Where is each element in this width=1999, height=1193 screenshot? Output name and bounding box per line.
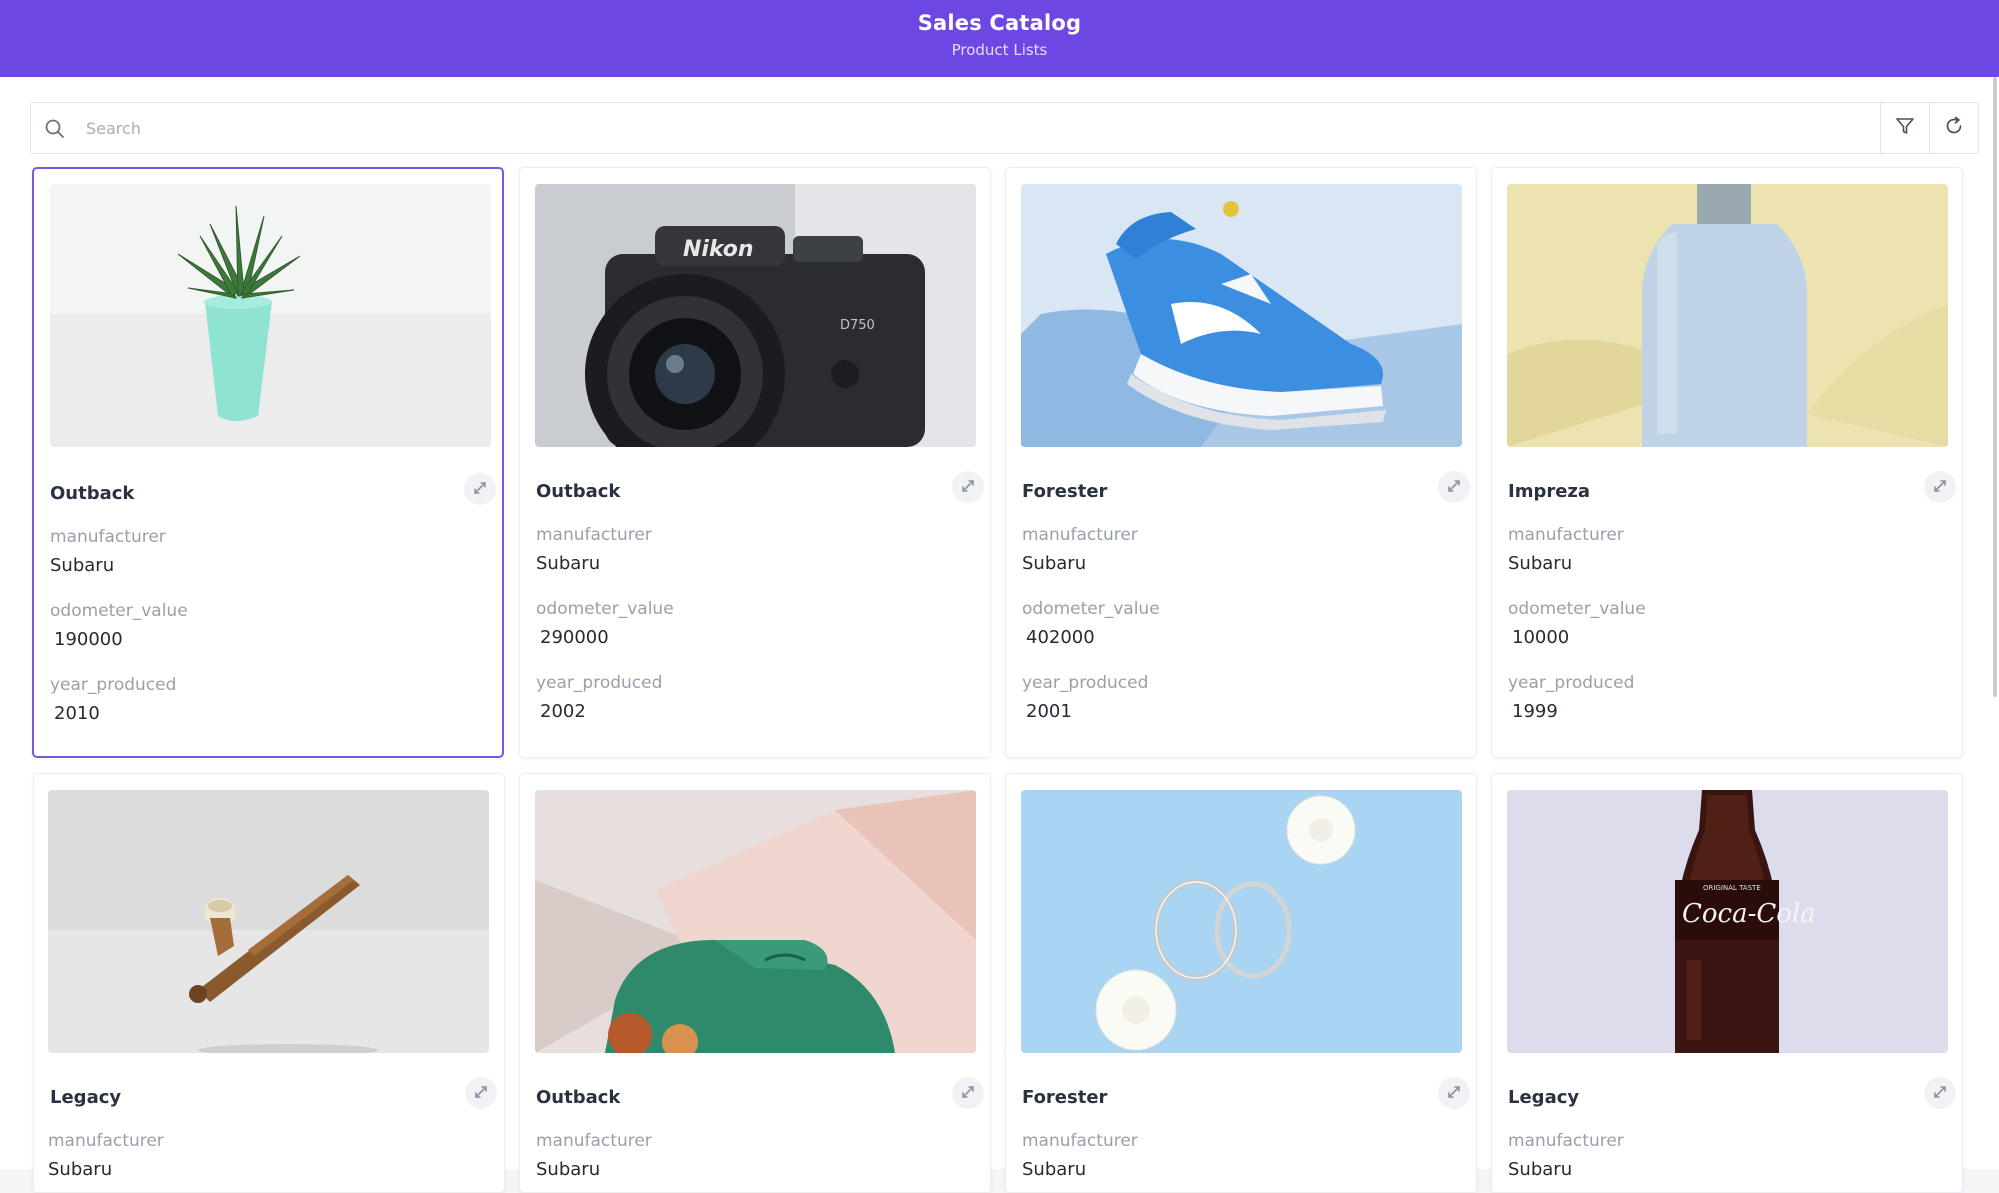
odometer-label: odometer_value <box>1022 599 1160 619</box>
expand-button[interactable] <box>1438 471 1470 503</box>
card-title: Outback <box>536 481 621 502</box>
product-image <box>48 790 489 1053</box>
app-subtitle: Product Lists <box>951 41 1048 59</box>
product-card[interactable]: Forester manufacturer Subaru <box>1005 773 1477 1193</box>
svg-text:D750: D750 <box>840 318 875 333</box>
search-bar <box>30 102 1979 154</box>
odometer-label: odometer_value <box>1508 599 1646 619</box>
expand-icon <box>1447 1084 1461 1103</box>
product-image: Coca-Cola ORIGINAL TASTE <box>1507 790 1948 1053</box>
expand-icon <box>474 1084 488 1103</box>
product-card[interactable]: Coca-Cola ORIGINAL TASTE Legacy manufact… <box>1491 773 1963 1193</box>
manufacturer-label: manufacturer <box>1022 525 1138 545</box>
expand-icon <box>961 1084 975 1103</box>
product-image <box>1021 790 1462 1053</box>
card-title: Outback <box>536 1087 621 1108</box>
expand-icon <box>473 480 487 499</box>
manufacturer-label: manufacturer <box>1508 525 1624 545</box>
product-card[interactable]: Outback manufacturer Subaru <box>519 773 991 1193</box>
app-title: Sales Catalog <box>917 11 1082 35</box>
odometer-value: 290000 <box>540 627 609 648</box>
expand-button[interactable] <box>1924 471 1956 503</box>
year-label: year_produced <box>50 675 177 695</box>
year-value: 2001 <box>1026 701 1072 722</box>
card-title: Outback <box>50 483 135 504</box>
manufacturer-label: manufacturer <box>1508 1131 1624 1151</box>
product-card[interactable]: Impreza manufacturer Subaru odometer_val… <box>1491 167 1963 758</box>
app-header: Sales Catalog Product Lists <box>0 0 1999 77</box>
catalog-content[interactable]: Outback manufacturer Subaru odometer_val… <box>0 77 1999 1193</box>
manufacturer-label: manufacturer <box>536 1131 652 1151</box>
svg-text:Nikon: Nikon <box>683 237 754 262</box>
card-title: Legacy <box>50 1087 122 1108</box>
year-label: year_produced <box>1022 673 1149 693</box>
vertical-scrollbar[interactable] <box>1993 77 1997 697</box>
manufacturer-value: Subaru <box>48 1159 113 1180</box>
product-card[interactable]: Legacy manufacturer Subaru <box>33 773 505 1193</box>
manufacturer-value: Subaru <box>1022 553 1087 574</box>
product-image <box>535 790 976 1053</box>
card-title: Forester <box>1022 1087 1108 1108</box>
expand-icon <box>961 478 975 497</box>
svg-text:ORIGINAL TASTE: ORIGINAL TASTE <box>1703 884 1761 892</box>
filter-icon <box>1894 115 1916 141</box>
expand-button[interactable] <box>1438 1077 1470 1109</box>
card-title: Forester <box>1022 481 1108 502</box>
product-image <box>1507 184 1948 447</box>
odometer-value: 402000 <box>1026 627 1095 648</box>
product-image <box>50 184 491 447</box>
svg-text:Coca-Cola: Coca-Cola <box>1682 899 1816 929</box>
search-input[interactable] <box>86 113 1886 143</box>
product-card[interactable]: Nikon D750 Outback manufacturer Subaru o… <box>519 167 991 758</box>
expand-icon <box>1933 478 1947 497</box>
expand-button[interactable] <box>465 1077 497 1109</box>
year-value: 2002 <box>540 701 586 722</box>
expand-button[interactable] <box>952 1077 984 1109</box>
refresh-icon <box>1943 115 1965 141</box>
manufacturer-value: Subaru <box>1508 1159 1573 1180</box>
card-title: Legacy <box>1508 1087 1580 1108</box>
refresh-button[interactable] <box>1929 103 1978 153</box>
card-title: Impreza <box>1508 481 1591 502</box>
year-value: 1999 <box>1512 701 1558 722</box>
year-label: year_produced <box>1508 673 1635 693</box>
expand-button[interactable] <box>1924 1077 1956 1109</box>
manufacturer-label: manufacturer <box>1022 1131 1138 1151</box>
odometer-value: 190000 <box>54 629 123 650</box>
manufacturer-value: Subaru <box>1022 1159 1087 1180</box>
expand-button[interactable] <box>464 473 496 505</box>
manufacturer-value: Subaru <box>536 553 601 574</box>
product-image <box>1021 184 1462 447</box>
manufacturer-value: Subaru <box>1508 553 1573 574</box>
manufacturer-label: manufacturer <box>48 1131 164 1151</box>
expand-icon <box>1933 1084 1947 1103</box>
year-value: 2010 <box>54 703 100 724</box>
search-icon <box>43 117 67 141</box>
odometer-label: odometer_value <box>50 601 188 621</box>
filter-button[interactable] <box>1880 103 1929 153</box>
manufacturer-value: Subaru <box>50 555 115 576</box>
product-image: Nikon D750 <box>535 184 976 447</box>
expand-button[interactable] <box>952 471 984 503</box>
manufacturer-value: Subaru <box>536 1159 601 1180</box>
manufacturer-label: manufacturer <box>50 527 166 547</box>
expand-icon <box>1447 478 1461 497</box>
manufacturer-label: manufacturer <box>536 525 652 545</box>
product-card[interactable]: Outback manufacturer Subaru odometer_val… <box>32 167 504 758</box>
year-label: year_produced <box>536 673 663 693</box>
odometer-label: odometer_value <box>536 599 674 619</box>
product-card[interactable]: Forester manufacturer Subaru odometer_va… <box>1005 167 1477 758</box>
odometer-value: 10000 <box>1512 627 1570 648</box>
